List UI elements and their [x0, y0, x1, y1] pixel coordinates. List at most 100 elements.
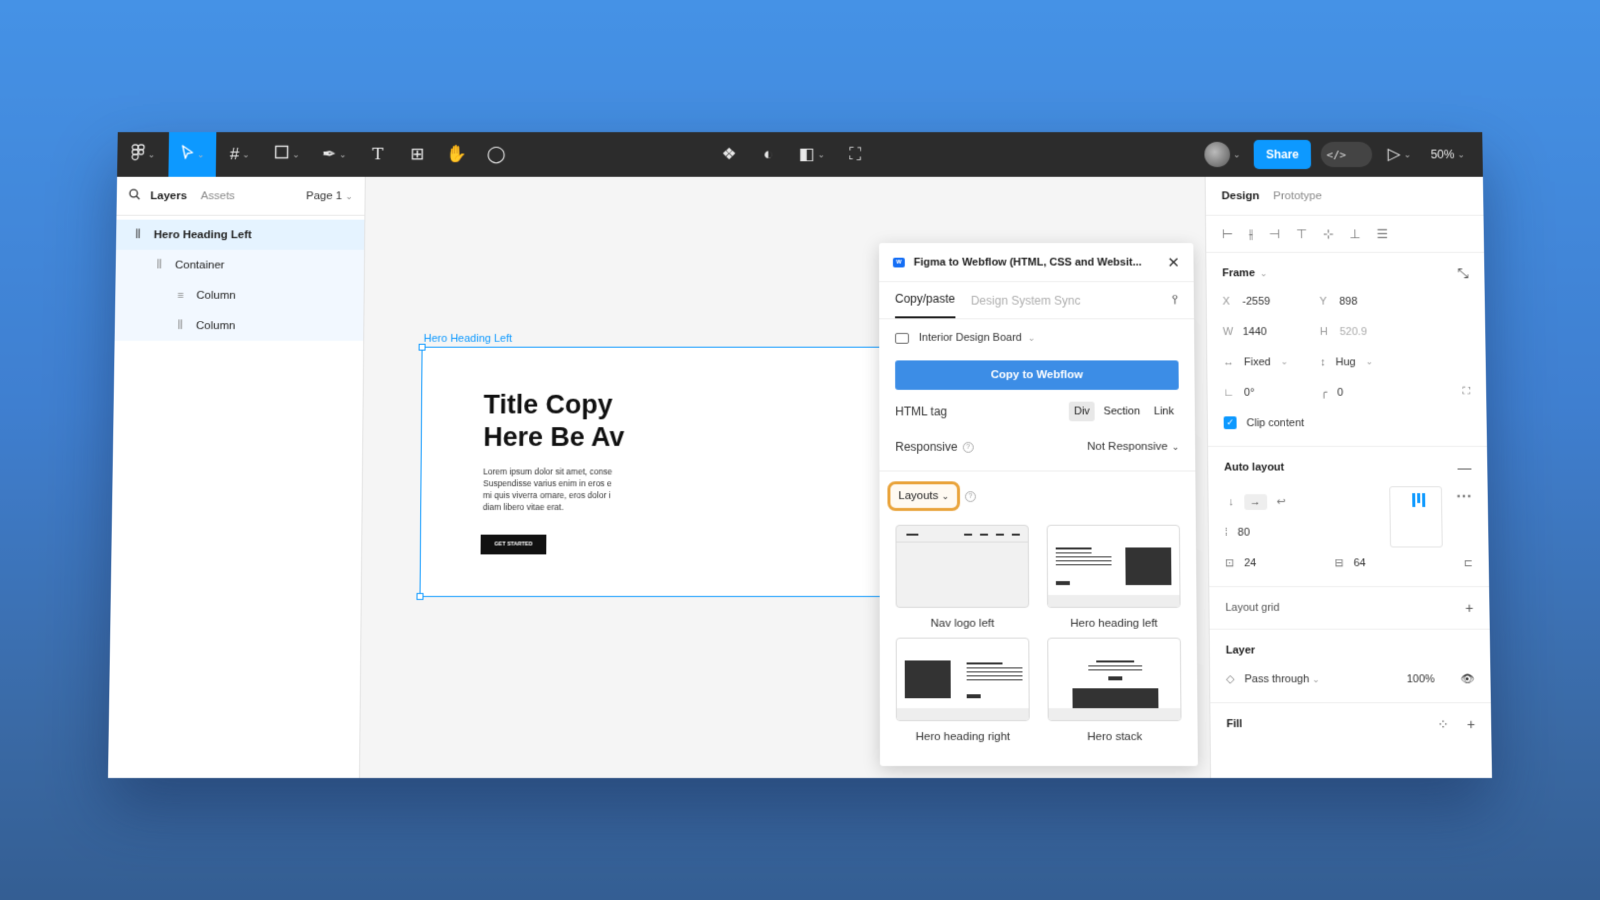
- tab-copy-paste[interactable]: Copy/paste: [894, 291, 956, 319]
- tab-prototype[interactable]: Prototype: [1273, 190, 1322, 202]
- resize-handle[interactable]: [416, 593, 424, 600]
- add-icon[interactable]: +: [1467, 716, 1475, 732]
- checkbox-checked-icon[interactable]: ✓: [1223, 416, 1237, 430]
- chevron-down-icon: ⌄: [941, 491, 950, 502]
- resources-button[interactable]: ⊞: [397, 132, 437, 177]
- layouts-dropdown[interactable]: Layouts ⌄: [887, 481, 961, 511]
- hero-title-line: Here Be Av: [483, 422, 625, 452]
- horizontal-padding-field[interactable]: ⊡ 24: [1225, 547, 1335, 578]
- align-right-icon[interactable]: ⊣: [1269, 226, 1280, 242]
- align-center-horizontal-icon[interactable]: ⫲: [1249, 226, 1253, 242]
- html-tag-option-div[interactable]: Div: [1068, 401, 1095, 422]
- share-button[interactable]: Share: [1254, 139, 1311, 170]
- responsive-dropdown[interactable]: Not Responsive ⌄: [1087, 441, 1179, 453]
- clip-content-row[interactable]: ✓ Clip content: [1223, 408, 1471, 438]
- layer-row[interactable]: ≡ Column: [115, 280, 364, 311]
- canvas[interactable]: Hero Heading Left Title Copy Here Be Av …: [360, 176, 1210, 778]
- opacity-value[interactable]: 100%: [1406, 673, 1434, 685]
- page-selector[interactable]: Page 1 ⌄: [306, 190, 353, 202]
- styles-icon[interactable]: ⁘: [1437, 716, 1449, 733]
- boolean-button[interactable]: ◧ ⌄: [788, 132, 835, 177]
- html-tag-option-section[interactable]: Section: [1099, 402, 1145, 422]
- add-icon[interactable]: +: [1465, 600, 1473, 616]
- tab-assets[interactable]: Assets: [201, 190, 235, 202]
- vertical-resize-icon: ↕: [1320, 356, 1326, 368]
- hand-tool-button[interactable]: ✋: [437, 132, 477, 177]
- distribute-icon[interactable]: ☰: [1376, 226, 1388, 242]
- frame-tool-button[interactable]: # ⌄: [216, 132, 264, 177]
- present-button[interactable]: ▷ ⌄: [1381, 132, 1417, 177]
- dev-mode-toggle[interactable]: </>: [1320, 141, 1373, 168]
- copy-to-webflow-button[interactable]: Copy to Webflow: [895, 360, 1179, 390]
- move-tool-button[interactable]: ⌄: [168, 132, 217, 177]
- y-field[interactable]: Y 898: [1319, 286, 1416, 316]
- padding-row: ⊡ 24 ⊟ 64 ⊏: [1225, 547, 1473, 578]
- layer-row[interactable]: ⫼ Container: [115, 249, 365, 281]
- alignment-tools: ⊢ ⫲ ⊣ ⊤ ⊹ ⊥ ☰: [1205, 215, 1485, 253]
- layout-tile-nav-logo-left[interactable]: Nav logo left: [895, 524, 1030, 630]
- mask-button[interactable]: ◐: [749, 132, 788, 177]
- eye-icon[interactable]: 👁: [1461, 672, 1475, 685]
- help-icon[interactable]: ?: [962, 441, 974, 453]
- figma-logo-icon: [131, 143, 145, 165]
- layout-tile-hero-heading-right[interactable]: Hero heading right: [895, 637, 1030, 743]
- align-top-icon[interactable]: ⊤: [1296, 226, 1307, 242]
- html-tag-option-link[interactable]: Link: [1149, 402, 1179, 422]
- resize-handle[interactable]: [418, 343, 426, 351]
- html-tag-row: HTML tag Div Section Link: [879, 394, 1195, 429]
- pen-tool-button[interactable]: ✒ ⌄: [311, 132, 359, 177]
- alignment-grid[interactable]: [1389, 486, 1443, 548]
- vertical-padding-field[interactable]: ⊟ 64: [1334, 547, 1366, 578]
- more-options-icon[interactable]: ⋯: [1456, 486, 1473, 547]
- layout-tile-hero-heading-left[interactable]: Hero heading left: [1046, 524, 1181, 630]
- frame-label[interactable]: Hero Heading Left: [424, 333, 513, 345]
- width-mode-dropdown[interactable]: ↔ Fixed ⌄: [1223, 347, 1320, 377]
- height-mode-dropdown[interactable]: ↕ Hug ⌄: [1320, 347, 1417, 377]
- layer-name: Container: [174, 259, 225, 271]
- corner-radius-field[interactable]: ╭ 0: [1320, 377, 1418, 407]
- arrow-down-icon[interactable]: ↓: [1224, 494, 1238, 510]
- zoom-menu[interactable]: 50% ⌄: [1426, 132, 1469, 177]
- close-icon[interactable]: ✕: [1167, 253, 1180, 271]
- layer-row[interactable]: ⫼ Column: [114, 310, 364, 341]
- individual-padding-icon[interactable]: ⊏: [1464, 556, 1473, 569]
- independent-corners-button[interactable]: ⛶: [1418, 377, 1471, 407]
- help-icon[interactable]: ?: [964, 490, 976, 502]
- resize-to-fit-icon[interactable]: ⤡: [1457, 265, 1468, 282]
- settings-sliders-icon[interactable]: ⫯: [1172, 292, 1178, 318]
- arrow-right-icon[interactable]: →: [1243, 493, 1267, 510]
- hero-body-line: Lorem ipsum dolor sit amet, conse: [483, 466, 613, 477]
- remove-auto-layout-icon[interactable]: —: [1457, 460, 1471, 476]
- site-selector[interactable]: Interior Design Board ⌄: [879, 319, 1194, 356]
- height-field[interactable]: H 520.9: [1320, 316, 1417, 346]
- create-component-button[interactable]: ❖: [709, 132, 749, 177]
- tab-design-system-sync[interactable]: Design System Sync: [971, 294, 1081, 318]
- align-bottom-icon[interactable]: ⊥: [1349, 226, 1360, 242]
- tile-preview: [1047, 637, 1182, 722]
- width-field[interactable]: W 1440: [1223, 316, 1320, 346]
- hero-body-text[interactable]: Lorem ipsum dolor sit amet, conse Suspen…: [483, 466, 642, 513]
- crop-button[interactable]: ⛶: [835, 132, 875, 177]
- layout-tile-hero-stack[interactable]: Hero stack: [1047, 637, 1182, 743]
- layer-row[interactable]: ⫼ Hero Heading Left: [115, 219, 365, 250]
- tab-layers[interactable]: Layers: [150, 190, 187, 202]
- layout-grid-header: Layout grid +: [1225, 595, 1473, 621]
- rotation-field[interactable]: ∟ 0°: [1223, 377, 1320, 407]
- wrap-icon[interactable]: ↩: [1273, 493, 1290, 510]
- main-menu-button[interactable]: ⌄: [117, 132, 169, 177]
- gap-field[interactable]: ⁞ 80: [1225, 517, 1377, 548]
- hero-cta-button[interactable]: GET STARTED: [480, 534, 547, 555]
- width-mode-value: Fixed: [1243, 356, 1271, 368]
- tab-design[interactable]: Design: [1222, 190, 1260, 202]
- search-icon[interactable]: [129, 189, 141, 204]
- align-center-vertical-icon[interactable]: ⊹: [1323, 226, 1334, 242]
- shape-tool-button[interactable]: ⌄: [263, 132, 311, 177]
- comment-tool-button[interactable]: ◯: [476, 132, 516, 177]
- align-left-icon[interactable]: ⊢: [1222, 226, 1233, 242]
- multiplayer-button[interactable]: ⌄: [1200, 132, 1244, 177]
- hero-title[interactable]: Title Copy Here Be Av: [483, 389, 624, 454]
- x-field[interactable]: X -2559: [1222, 286, 1319, 316]
- frame-section-label[interactable]: Frame: [1222, 267, 1255, 279]
- blend-mode-dropdown[interactable]: Pass through ⌄: [1244, 673, 1319, 685]
- text-tool-button[interactable]: T: [358, 132, 398, 177]
